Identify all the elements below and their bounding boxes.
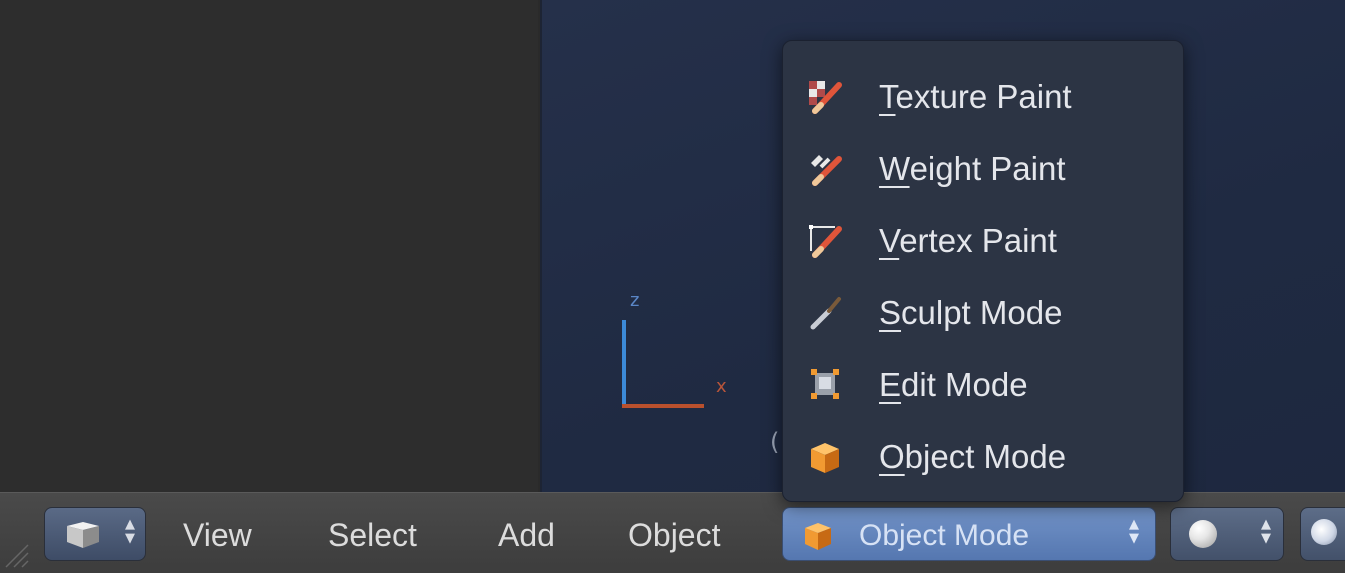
dropdown-item-label: Vertex Paint <box>879 222 1057 259</box>
edit-mode-icon <box>805 365 845 405</box>
vertex-paint-icon <box>805 221 845 261</box>
dropdown-item-label: Weight Paint <box>879 150 1066 187</box>
menu-select[interactable]: Select <box>328 519 417 551</box>
dropdown-item-edit-mode[interactable]: Edit Mode <box>783 349 1183 421</box>
pivot-point-icon <box>1311 519 1337 545</box>
axis-x-label: x <box>716 376 727 397</box>
object-mode-icon <box>805 437 845 477</box>
dropdown-item-label: Object Mode <box>879 438 1067 475</box>
dropdown-item-object-mode[interactable]: Object Mode <box>783 421 1183 493</box>
menu-object[interactable]: Object <box>628 519 720 551</box>
solid-sphere-icon <box>1189 520 1217 548</box>
left-editor-panel[interactable] <box>0 0 538 492</box>
3d-view-cube-icon <box>61 520 105 554</box>
menu-view[interactable]: View <box>183 519 252 551</box>
sculpt-mode-icon <box>805 293 845 333</box>
axis-gizmo: z x <box>622 290 732 420</box>
updown-arrows-icon: ▲ ▼ <box>1129 517 1139 546</box>
pivot-point-selector[interactable] <box>1300 507 1345 561</box>
area-resize-corner[interactable] <box>4 543 30 569</box>
mode-selector-label: Object Mode <box>859 519 1030 552</box>
viewport-shading-selector[interactable]: ▲ ▼ <box>1170 507 1284 561</box>
dropdown-item-label: Edit Mode <box>879 366 1028 403</box>
dropdown-item-label: Sculpt Mode <box>879 294 1063 331</box>
axis-z-label: z <box>630 290 640 311</box>
mode-dropdown-menu: Texture Paint Weight Paint Vertex Paint <box>782 40 1184 502</box>
viewport-header: ▲ ▼ View Select Add Object Object Mode ▲ ▼… <box>0 492 1345 573</box>
axis-z-line <box>622 320 626 408</box>
dropdown-item-label: Texture Paint <box>879 78 1072 115</box>
axis-x-line <box>622 404 704 408</box>
dropdown-item-vertex-paint[interactable]: Vertex Paint <box>783 205 1183 277</box>
weight-paint-icon <box>805 149 845 189</box>
dropdown-item-weight-paint[interactable]: Weight Paint <box>783 133 1183 205</box>
updown-arrows-icon: ▲ ▼ <box>1261 517 1271 546</box>
object-mode-cube-icon <box>801 520 835 556</box>
interaction-mode-selector[interactable]: Object Mode ▲ ▼ <box>782 507 1156 561</box>
editor-type-button[interactable]: ▲ ▼ <box>44 507 146 561</box>
dropdown-item-sculpt-mode[interactable]: Sculpt Mode <box>783 277 1183 349</box>
updown-arrows-icon: ▲ ▼ <box>125 517 135 546</box>
texture-paint-icon <box>805 77 845 117</box>
menu-add[interactable]: Add <box>498 519 555 551</box>
dropdown-item-texture-paint[interactable]: Texture Paint <box>783 61 1183 133</box>
